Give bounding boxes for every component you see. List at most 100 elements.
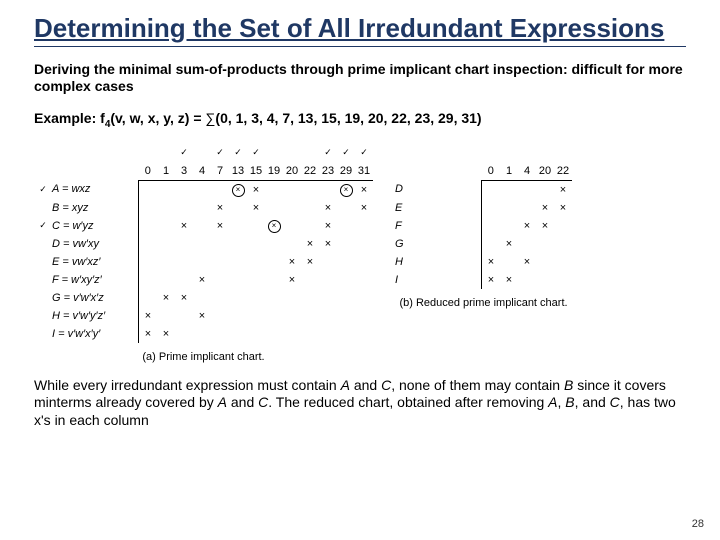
chart-cell — [139, 180, 158, 199]
chart-cell — [319, 271, 337, 289]
row-label: E — [395, 199, 482, 217]
chart-cell — [229, 271, 247, 289]
chart-cell — [157, 199, 175, 217]
chart-cell — [554, 271, 572, 289]
chart-cell: × — [211, 217, 229, 235]
chart-cell — [355, 217, 373, 235]
row-tick: ✓ — [34, 217, 52, 235]
row-label: H = v′w′y′z′ — [52, 307, 139, 325]
chart-cell — [229, 199, 247, 217]
chart-cell — [211, 253, 229, 271]
chart-cell — [283, 307, 301, 325]
chart-cell: × — [283, 253, 301, 271]
column-header: 7 — [211, 162, 229, 181]
column-header: 23 — [319, 162, 337, 181]
chart-cell — [283, 180, 301, 199]
chart-cell — [247, 217, 265, 235]
column-tick: ✓ — [319, 144, 337, 162]
row-tick: ✓ — [34, 180, 52, 199]
chart-cell — [247, 307, 265, 325]
column-tick: ✓ — [175, 144, 193, 162]
column-header: 4 — [518, 162, 536, 181]
chart-cell — [157, 180, 175, 199]
column-tick: ✓ — [337, 144, 355, 162]
chart-cell — [211, 325, 229, 343]
chart-cell: × — [229, 180, 247, 199]
chart-cell — [157, 235, 175, 253]
chart-cell — [301, 289, 319, 307]
column-tick: ✓ — [229, 144, 247, 162]
column-tick — [157, 144, 175, 162]
chart-cell: × — [355, 199, 373, 217]
chart-cell — [337, 235, 355, 253]
chart-cell: × — [157, 325, 175, 343]
chart-cell — [229, 325, 247, 343]
chart-cell: × — [139, 325, 158, 343]
row-label: C = w′yz — [52, 217, 139, 235]
column-header: 31 — [355, 162, 373, 181]
chart-cell — [211, 180, 229, 199]
chart-cell — [319, 325, 337, 343]
chart-cell — [175, 235, 193, 253]
chart-cell: × — [518, 217, 536, 235]
chart-cell: × — [500, 271, 518, 289]
chart-cell: × — [265, 217, 283, 235]
chart-cell — [157, 307, 175, 325]
chart-cell — [229, 253, 247, 271]
chart-cell — [139, 217, 158, 235]
chart-cell — [301, 307, 319, 325]
column-header: 19 — [265, 162, 283, 181]
chart-cell — [337, 199, 355, 217]
chart-cell: × — [319, 235, 337, 253]
chart-cell: × — [247, 199, 265, 217]
minterm-list: (0, 1, 3, 4, 7, 13, 15, 19, 20, 22, 23, … — [215, 110, 481, 126]
chart-cell — [193, 199, 211, 217]
chart-cell — [139, 289, 158, 307]
chart-cell — [319, 289, 337, 307]
chart-cell — [301, 217, 319, 235]
column-tick — [139, 144, 158, 162]
column-tick: ✓ — [355, 144, 373, 162]
chart-cell — [536, 180, 554, 199]
chart-cell — [283, 235, 301, 253]
column-header: 3 — [175, 162, 193, 181]
column-header: 22 — [554, 162, 572, 181]
row-label: D = vw′xy — [52, 235, 139, 253]
chart-cell — [175, 325, 193, 343]
chart-cell — [247, 271, 265, 289]
chart-cell — [193, 289, 211, 307]
chart-cell — [283, 217, 301, 235]
essential-mark-icon: × — [268, 220, 281, 233]
column-header: 0 — [482, 162, 501, 181]
chart-cell — [355, 271, 373, 289]
chart-cell — [518, 271, 536, 289]
example-prefix: Example: f — [34, 110, 105, 126]
chart-cell: × — [301, 253, 319, 271]
chart-cell — [265, 271, 283, 289]
chart-cell: × — [482, 271, 501, 289]
chart-cell — [193, 253, 211, 271]
chart-cell — [554, 217, 572, 235]
chart-cell — [536, 271, 554, 289]
chart-cell — [500, 199, 518, 217]
chart-cell — [265, 253, 283, 271]
chart-cell — [301, 199, 319, 217]
chart-cell — [139, 235, 158, 253]
chart-cell — [518, 199, 536, 217]
column-tick — [283, 144, 301, 162]
chart-cell — [518, 180, 536, 199]
chart-cell — [301, 271, 319, 289]
chart-cell — [157, 253, 175, 271]
chart-cell — [337, 307, 355, 325]
chart-cell — [175, 180, 193, 199]
column-header: 13 — [229, 162, 247, 181]
chart-cell: × — [211, 199, 229, 217]
column-tick — [301, 144, 319, 162]
column-tick — [265, 144, 283, 162]
row-tick — [34, 289, 52, 307]
row-label: I — [395, 271, 482, 289]
chart-cell — [211, 235, 229, 253]
row-label: D — [395, 180, 482, 199]
prime-implicant-chart: ✓✓✓✓✓✓✓013471315192022232931✓A = wxz××××… — [34, 144, 373, 343]
chart-cell: × — [193, 307, 211, 325]
